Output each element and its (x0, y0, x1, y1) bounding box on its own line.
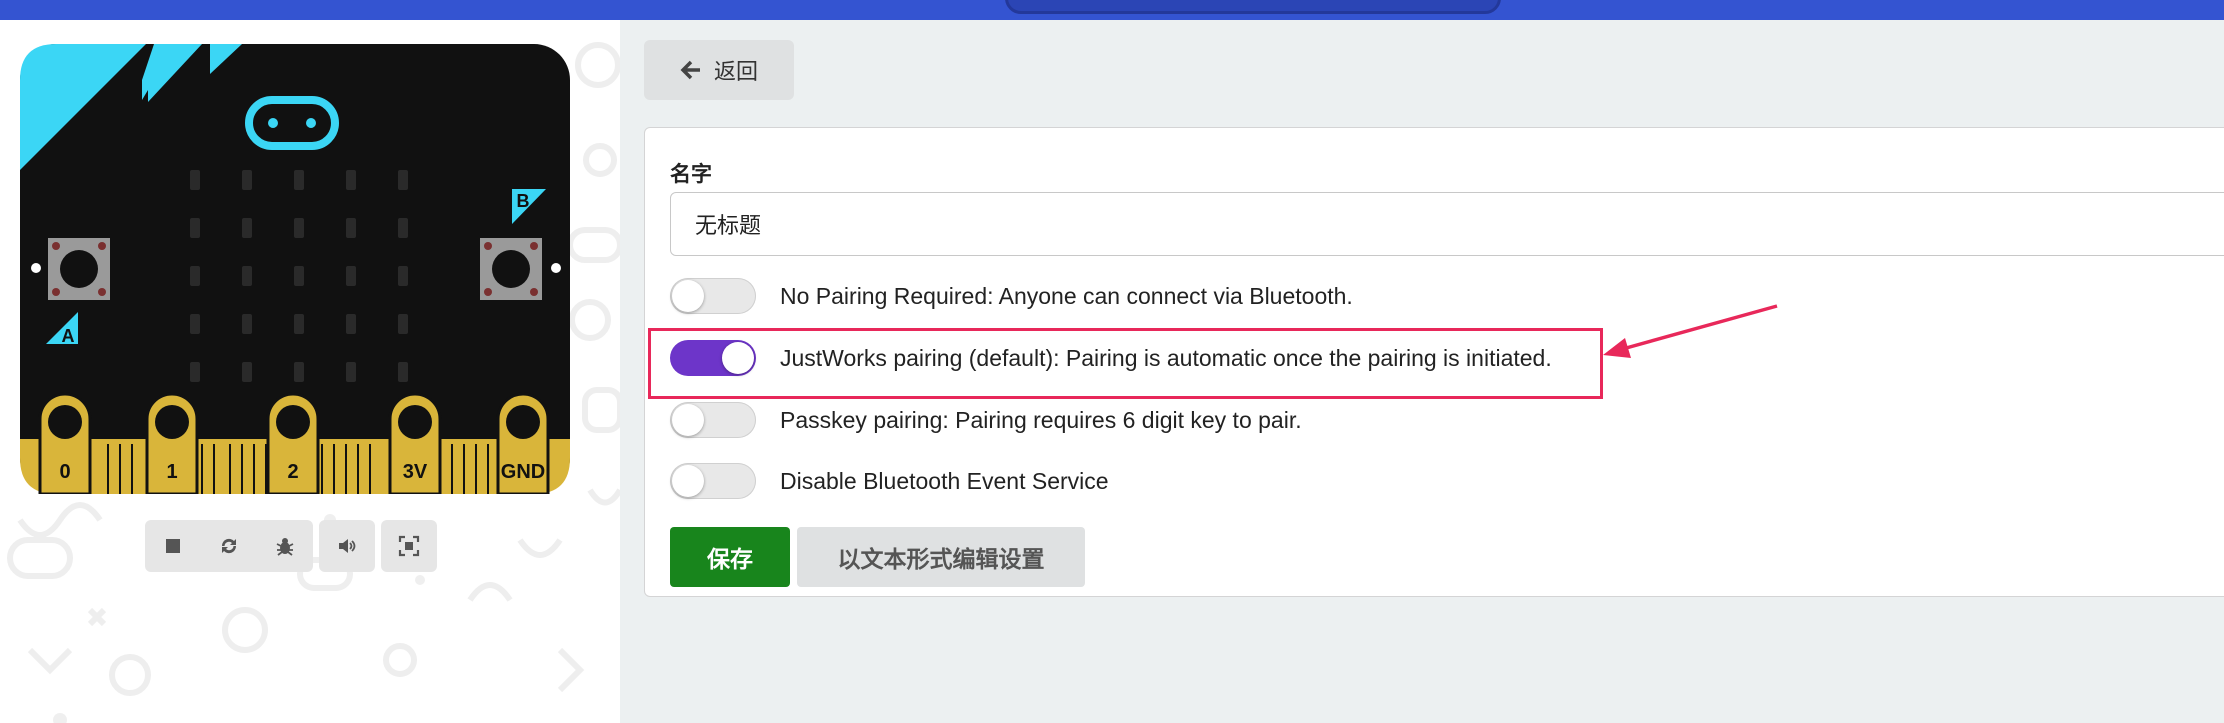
save-button[interactable]: 保存 (670, 527, 790, 587)
microbit-board: A B 0 1 2 3V GND (20, 44, 570, 494)
restart-button[interactable] (201, 520, 257, 572)
top-menu-bar (0, 0, 2224, 20)
name-label: 名字 (670, 163, 712, 186)
sound-button[interactable] (319, 520, 375, 572)
simulator-toolbar (145, 520, 437, 572)
restart-icon (221, 538, 237, 554)
editor-toggle-tab[interactable] (1005, 0, 1501, 14)
fullscreen-icon (398, 535, 420, 557)
disable-event-service-toggle[interactable] (670, 463, 756, 499)
toggle-disable-event-row: Disable Bluetooth Event Service (670, 463, 1109, 499)
arrow-left-icon (680, 60, 700, 80)
name-input[interactable] (670, 192, 2224, 256)
button-b-label: B (517, 191, 530, 211)
edit-as-text-button[interactable]: 以文本形式编辑设置 (797, 527, 1085, 587)
stop-icon (166, 539, 180, 553)
simulator-controls-main (145, 520, 313, 572)
back-label: 返回 (713, 59, 758, 84)
stop-button[interactable] (145, 520, 201, 572)
debug-icon (276, 538, 294, 556)
simulator-pane: A B 0 1 2 3V GND (0, 20, 620, 723)
toggle-no-pairing-row: No Pairing Required: Anyone can connect … (670, 278, 1353, 314)
no-pairing-label: No Pairing Required: Anyone can connect … (780, 282, 1353, 309)
simulator-controls-sound (319, 520, 375, 572)
passkey-label: Passkey pairing: Pairing requires 6 digi… (780, 406, 1302, 433)
fullscreen-button[interactable] (381, 520, 437, 572)
button-a-label: A (62, 326, 75, 346)
pin-1-label: 1 (166, 461, 177, 483)
passkey-toggle[interactable] (670, 402, 756, 438)
no-pairing-toggle[interactable] (670, 278, 756, 314)
button-b[interactable] (480, 238, 542, 300)
simulator-controls-fullscreen (381, 520, 437, 572)
pin-0-label: 0 (59, 461, 70, 483)
debug-button[interactable] (257, 520, 313, 572)
pin-3v-label: 3V (403, 461, 428, 483)
pin-2-label: 2 (287, 461, 298, 483)
button-a[interactable] (48, 238, 110, 300)
disable-event-service-label: Disable Bluetooth Event Service (780, 467, 1109, 494)
toggle-passkey-row: Passkey pairing: Pairing requires 6 digi… (670, 402, 1302, 438)
annotation-arrow-icon (1603, 304, 1778, 358)
highlight-annotation-box (648, 328, 1603, 399)
pin-gnd-label: GND (501, 461, 545, 483)
back-button[interactable]: 返回 (644, 40, 794, 100)
sound-icon (339, 539, 356, 553)
